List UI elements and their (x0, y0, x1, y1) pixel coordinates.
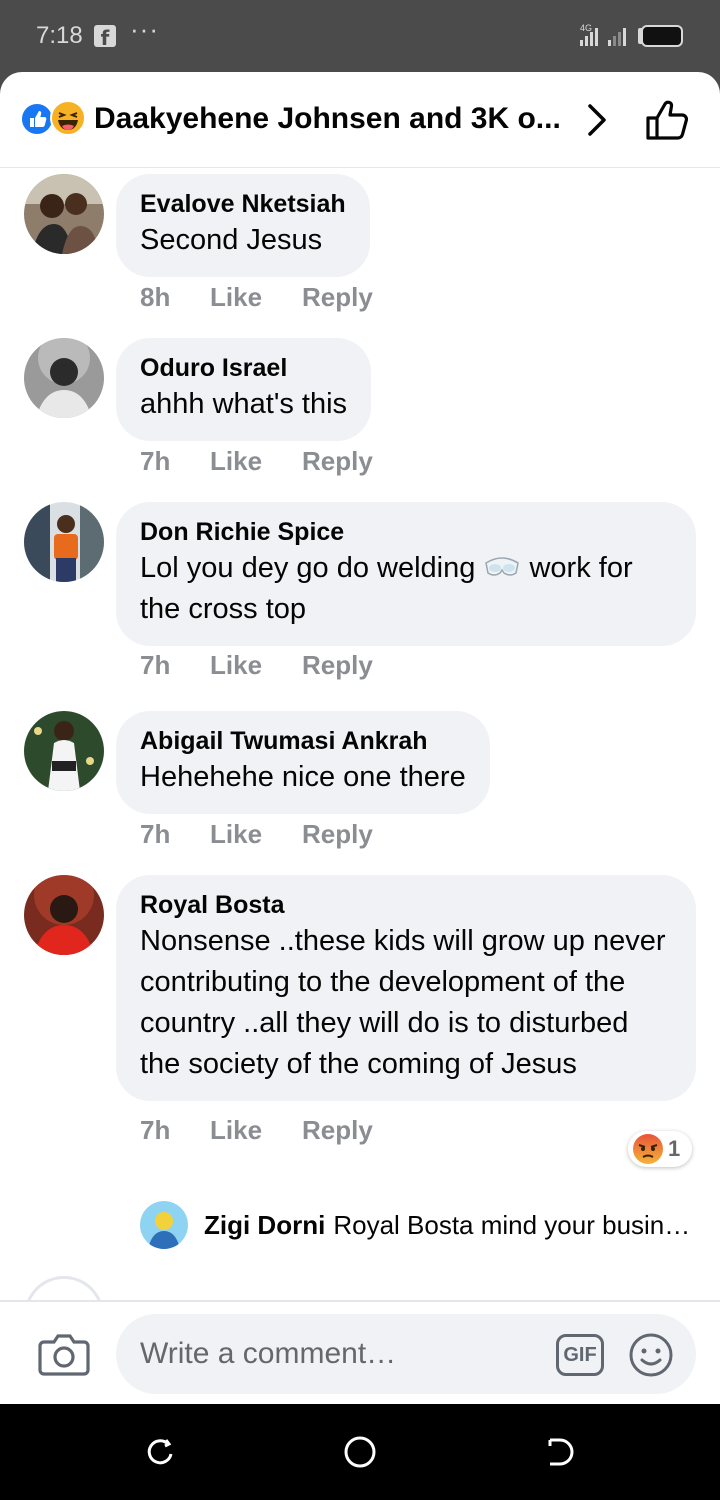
reply-button[interactable]: Reply (302, 1115, 373, 1146)
comment-actions: 7h Like Reply (140, 446, 373, 477)
chevron-right-icon[interactable] (580, 100, 614, 140)
status-indicators: 4G (578, 22, 698, 55)
like-post-button[interactable] (644, 98, 692, 142)
avatar[interactable] (140, 1201, 188, 1249)
home-icon[interactable] (342, 1434, 378, 1470)
goggles-emoji-icon (485, 557, 520, 576)
comment-text-part: Lol you dey go do welding (140, 552, 476, 584)
comment-actions: 8h Like Reply (140, 282, 373, 313)
avatar[interactable] (24, 875, 104, 955)
comment-time: 7h (140, 650, 171, 680)
status-more-icon: ··· (130, 14, 159, 44)
comment-actions: 7h Like Reply (140, 650, 373, 681)
comment-author[interactable]: Evalove Nketsiah (140, 188, 346, 220)
reply-button[interactable]: Reply (302, 819, 373, 850)
angry-reaction-icon (633, 1134, 663, 1164)
reaction-badge[interactable]: 1 (628, 1131, 692, 1167)
avatar[interactable] (24, 174, 104, 254)
comment-text: Hehehehe nice one there (140, 761, 466, 793)
haha-reaction-icon (50, 100, 86, 136)
camera-icon[interactable] (38, 1330, 90, 1376)
like-button[interactable]: Like (210, 650, 302, 681)
comment-actions: 7h Like Reply (140, 819, 373, 850)
comment-author[interactable]: Don Richie Spice (140, 516, 672, 548)
comment-bubble[interactable]: Don Richie Spice Lol you dey go do weldi… (116, 502, 696, 646)
like-button[interactable]: Like (210, 819, 302, 850)
comment-input-container: GIF (116, 1314, 696, 1394)
comment-text: Lol you dey go do welding work for the c… (140, 548, 672, 630)
comment-text: Nonsense ..these kids will grow up never… (140, 925, 666, 1080)
comment-author[interactable]: Abigail Twumasi Ankrah (140, 725, 466, 757)
like-reaction-icon (20, 102, 54, 136)
comment-bubble[interactable]: Royal Bosta Nonsense ..these kids will g… (116, 875, 696, 1101)
like-button[interactable]: Like (210, 282, 302, 313)
reply-button[interactable]: Reply (302, 446, 373, 477)
comment-bubble[interactable]: Evalove Nketsiah Second Jesus (116, 174, 370, 277)
facebook-icon: f (94, 25, 116, 50)
like-button[interactable]: Like (210, 446, 302, 477)
reaction-icons (20, 100, 90, 136)
comment-time: 7h (140, 1115, 171, 1145)
comment-time: 7h (140, 819, 171, 849)
system-navigation-bar (0, 1404, 720, 1500)
back-icon[interactable] (542, 1434, 578, 1470)
comment-actions: 7h Like Reply (140, 1115, 373, 1146)
comment-author[interactable]: Oduro Israel (140, 352, 347, 384)
status-bar: 7:18 f ··· 4G (0, 0, 720, 72)
comment-input[interactable] (140, 1330, 540, 1378)
status-time: 7:18 (36, 22, 83, 49)
avatar[interactable] (24, 338, 104, 418)
comment-text: ahhh what's this (140, 388, 348, 420)
reactions-header[interactable]: Daakyehene Johnsen and 3K o... (0, 72, 720, 168)
reply-author[interactable]: Zigi Dorni (204, 1210, 325, 1240)
comment-time: 8h (140, 282, 171, 312)
comment-author[interactable]: Royal Bosta (140, 889, 672, 921)
reaction-count: 1 (668, 1136, 681, 1161)
reactions-summary-title[interactable]: Daakyehene Johnsen and 3K o... (94, 102, 561, 136)
comment-text: Second Jesus (140, 224, 323, 256)
reply-preview-text[interactable]: Zigi Dorni Royal Bosta mind your busine..… (204, 1210, 694, 1241)
reply-button[interactable]: Reply (302, 282, 373, 313)
comments-sheet: Daakyehene Johnsen and 3K o... Evalove N… (0, 72, 720, 1404)
comment-time: 7h (140, 446, 171, 476)
network-type-label: 4G (580, 23, 592, 33)
reply-preview[interactable]: Zigi Dorni Royal Bosta mind your busine..… (140, 1201, 700, 1251)
thumbs-up-icon (646, 100, 689, 140)
recent-apps-icon[interactable] (142, 1434, 178, 1470)
reply-snippet: Royal Bosta mind your busine... (333, 1210, 694, 1240)
gif-button[interactable]: GIF (556, 1334, 604, 1376)
comment-bubble[interactable]: Abigail Twumasi Ankrah Hehehehe nice one… (116, 711, 490, 814)
comment-bubble[interactable]: Oduro Israel ahhh what's this (116, 338, 372, 441)
comment-composer: GIF (0, 1300, 720, 1404)
signal-icon (580, 40, 583, 46)
avatar[interactable] (24, 502, 104, 582)
emoji-icon[interactable] (628, 1332, 674, 1378)
like-button[interactable]: Like (210, 1115, 302, 1146)
reply-button[interactable]: Reply (302, 650, 373, 681)
avatar[interactable] (24, 711, 104, 791)
